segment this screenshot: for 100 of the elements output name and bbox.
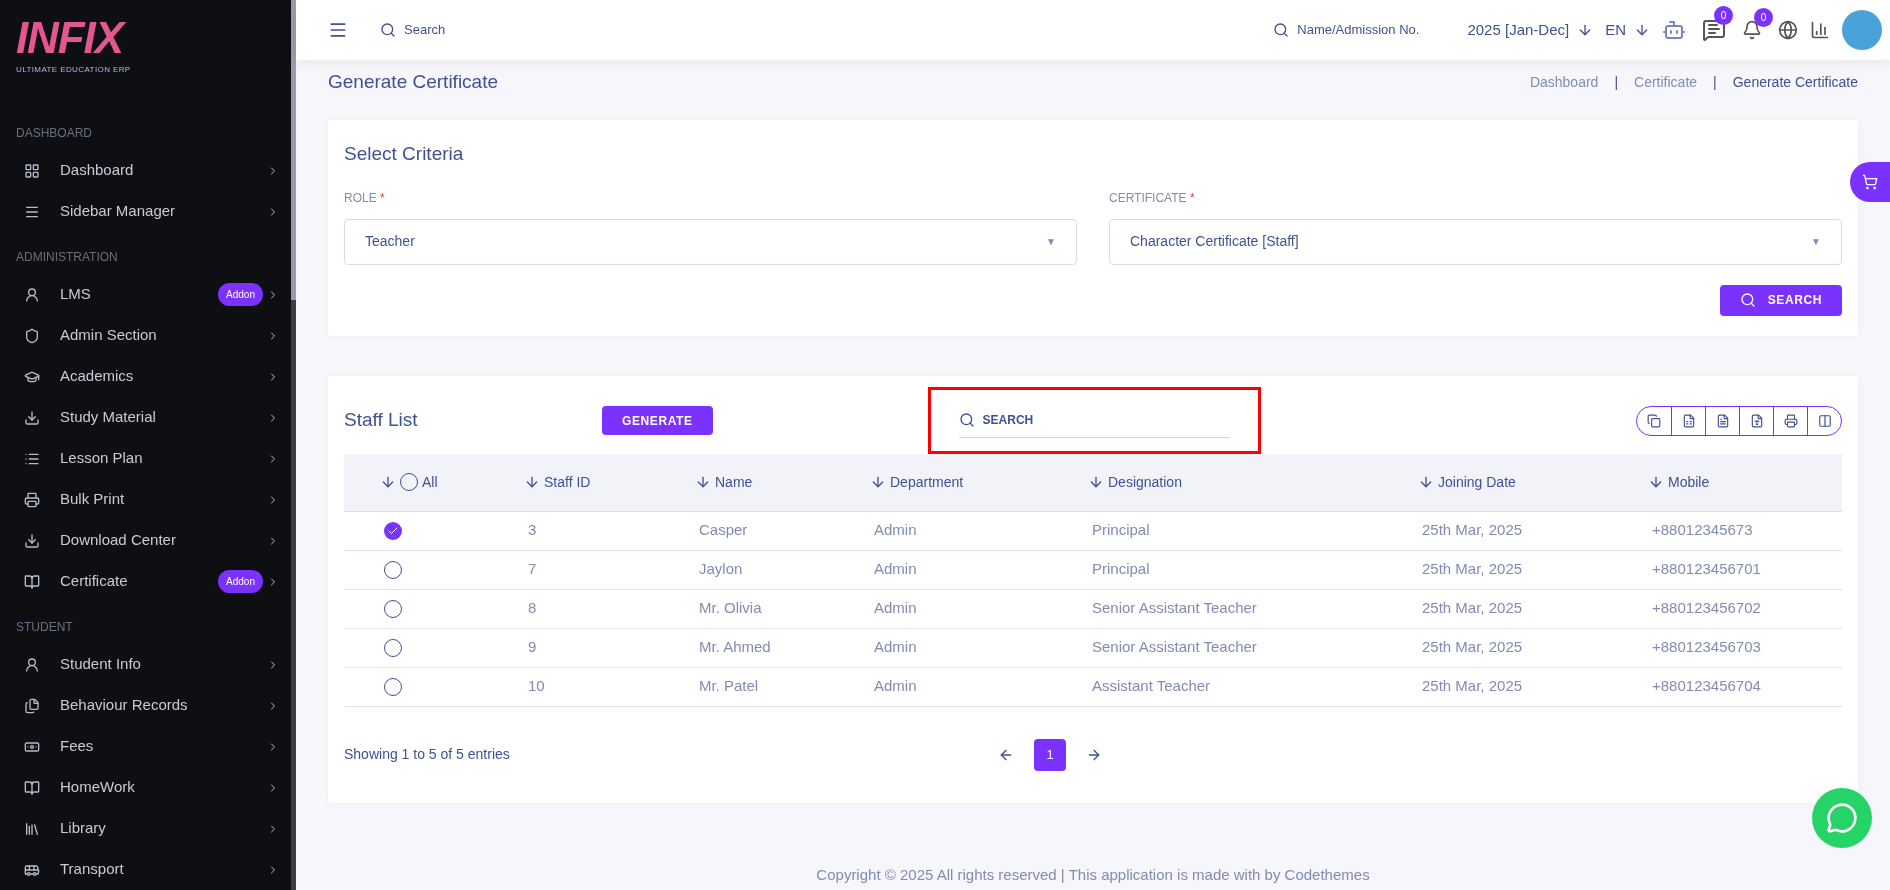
sort-arrow-icon[interactable] bbox=[870, 474, 886, 490]
field-label: CERTIFICATE * bbox=[1109, 189, 1196, 207]
person-icon bbox=[24, 286, 40, 303]
chart-icon[interactable] bbox=[1810, 20, 1830, 40]
files-icon bbox=[24, 697, 40, 714]
table-cell: Mr. Patel bbox=[699, 677, 759, 695]
section-heading: DASHBOARD bbox=[15, 125, 93, 142]
table-cell: 7 bbox=[528, 560, 537, 578]
sidebar-item[interactable]: Transport bbox=[0, 849, 291, 890]
table-cell: 25th Mar, 2025 bbox=[1422, 560, 1523, 578]
table-cell: 3 bbox=[528, 521, 537, 539]
addon-badge: Addon bbox=[218, 283, 263, 306]
download-icon bbox=[24, 409, 40, 426]
sidebar-item[interactable]: Study Material bbox=[0, 397, 291, 438]
table-cell: Admin bbox=[874, 677, 917, 695]
checked-radio[interactable] bbox=[384, 521, 402, 540]
search-icon bbox=[1739, 292, 1756, 308]
field-label: ROLE * bbox=[344, 189, 386, 207]
sidebar-item[interactable]: Bulk Print bbox=[0, 479, 291, 520]
search-field[interactable]: Search bbox=[380, 20, 446, 40]
menu-icon[interactable] bbox=[328, 20, 348, 40]
generate-button[interactable]: GENERATE bbox=[602, 406, 713, 435]
sidebar-item[interactable]: Library bbox=[0, 808, 291, 849]
caret-icon: ▼ bbox=[1046, 234, 1056, 249]
count-badge: 0 bbox=[1714, 6, 1733, 25]
sort-arrow-icon[interactable] bbox=[380, 474, 396, 490]
columns-icon[interactable] bbox=[1817, 413, 1832, 428]
page-button[interactable]: 1 bbox=[1034, 738, 1066, 771]
select-all-label[interactable]: All bbox=[422, 471, 438, 493]
table-cell: 8 bbox=[528, 599, 537, 617]
download-icon bbox=[24, 532, 40, 549]
grid-icon bbox=[24, 162, 40, 179]
table-search-field[interactable]: SEARCH bbox=[958, 403, 1230, 438]
table-cell: +880123456702 bbox=[1652, 599, 1761, 617]
document-icon[interactable] bbox=[1715, 413, 1730, 428]
search-icon bbox=[1273, 22, 1290, 38]
sidebar-item[interactable]: Student Info bbox=[0, 644, 291, 685]
table-cell: Assistant Teacher bbox=[1092, 677, 1211, 695]
table-cell: Mr. Ahmed bbox=[699, 638, 771, 656]
caret-icon: ▼ bbox=[1811, 234, 1821, 249]
table-cell: 25th Mar, 2025 bbox=[1422, 521, 1523, 539]
sidebar-item[interactable]: LMS Addon bbox=[0, 274, 291, 315]
column-header[interactable]: Mobile bbox=[1668, 471, 1710, 493]
session-select[interactable]: 2025 [Jan-Dec] bbox=[1467, 18, 1570, 42]
logo-wordmark: INFIX bbox=[16, 16, 275, 60]
sidebar-item[interactable]: Certificate Addon bbox=[0, 561, 291, 602]
shield-icon bbox=[24, 327, 40, 344]
sort-arrow-icon[interactable] bbox=[695, 474, 711, 490]
sort-arrow-icon[interactable] bbox=[524, 474, 540, 490]
table-cell: Casper bbox=[699, 521, 748, 539]
card-title: Staff List bbox=[344, 408, 419, 433]
printer-icon bbox=[24, 491, 40, 508]
globe-icon[interactable] bbox=[1778, 20, 1798, 40]
cart-tab[interactable] bbox=[1850, 162, 1890, 202]
library-icon bbox=[24, 820, 40, 837]
language-select[interactable]: EN bbox=[1605, 18, 1626, 42]
cart-icon bbox=[1862, 174, 1878, 190]
person-icon bbox=[24, 656, 40, 673]
robot-icon[interactable] bbox=[1662, 18, 1686, 42]
column-header[interactable]: Staff ID bbox=[544, 471, 591, 493]
sidebar-item[interactable]: Admin Section bbox=[0, 315, 291, 356]
spreadsheet-icon[interactable] bbox=[1681, 413, 1696, 428]
select-field[interactable]: Teacher ▼ bbox=[344, 218, 1077, 265]
sidebar-item[interactable]: Dashboard bbox=[0, 150, 291, 191]
pdf-icon[interactable] bbox=[1749, 413, 1764, 428]
table-cell: +88012345673 bbox=[1652, 521, 1753, 539]
sidebar-item[interactable]: HomeWork bbox=[0, 767, 291, 808]
addon-badge: Addon bbox=[218, 570, 263, 593]
column-header[interactable]: Name bbox=[715, 471, 753, 493]
breadcrumb-link[interactable]: Generate Certificate bbox=[1732, 71, 1858, 93]
sidebar-item[interactable]: Behaviour Records bbox=[0, 685, 291, 726]
bell-icon[interactable] bbox=[1742, 20, 1762, 40]
copy-icon[interactable] bbox=[1647, 413, 1661, 428]
sidebar-item[interactable]: Lesson Plan bbox=[0, 438, 291, 479]
table-cell: Principal bbox=[1092, 560, 1150, 578]
card-title: Select Criteria bbox=[344, 142, 465, 166]
chat-icon[interactable] bbox=[1702, 18, 1726, 42]
printer-icon[interactable] bbox=[1783, 413, 1798, 428]
sidebar-item[interactable]: Academics bbox=[0, 356, 291, 397]
sidebar-item[interactable]: Download Center bbox=[0, 520, 291, 561]
search-button[interactable]: SEARCH bbox=[1719, 284, 1842, 316]
entries-info: Showing 1 to 5 of 5 entries bbox=[344, 745, 511, 764]
column-header[interactable]: Designation bbox=[1108, 471, 1182, 493]
column-header[interactable]: Department bbox=[890, 471, 964, 493]
sidebar-item[interactable]: Fees bbox=[0, 726, 291, 767]
book-icon bbox=[24, 573, 40, 590]
chat-bubble-icon bbox=[1826, 802, 1858, 834]
table-cell: 9 bbox=[528, 638, 537, 656]
table-cell: 10 bbox=[528, 677, 545, 695]
select-field[interactable]: Character Certificate [Staff] ▼ bbox=[1109, 218, 1842, 265]
table-cell: Admin bbox=[874, 638, 917, 656]
table-cell: Principal bbox=[1092, 521, 1150, 539]
section-heading: ADMINISTRATION bbox=[15, 249, 119, 266]
section-heading: STUDENT bbox=[15, 619, 74, 636]
table-cell: Senior Assistant Teacher bbox=[1092, 638, 1257, 656]
sidebar-item[interactable]: Sidebar Manager bbox=[0, 191, 291, 232]
student-search-field[interactable]: Name/Admission No. bbox=[1273, 20, 1420, 40]
avatar[interactable] bbox=[1842, 10, 1882, 50]
column-header[interactable]: Joining Date bbox=[1438, 471, 1516, 493]
breadcrumb-separator: | bbox=[1713, 72, 1717, 92]
